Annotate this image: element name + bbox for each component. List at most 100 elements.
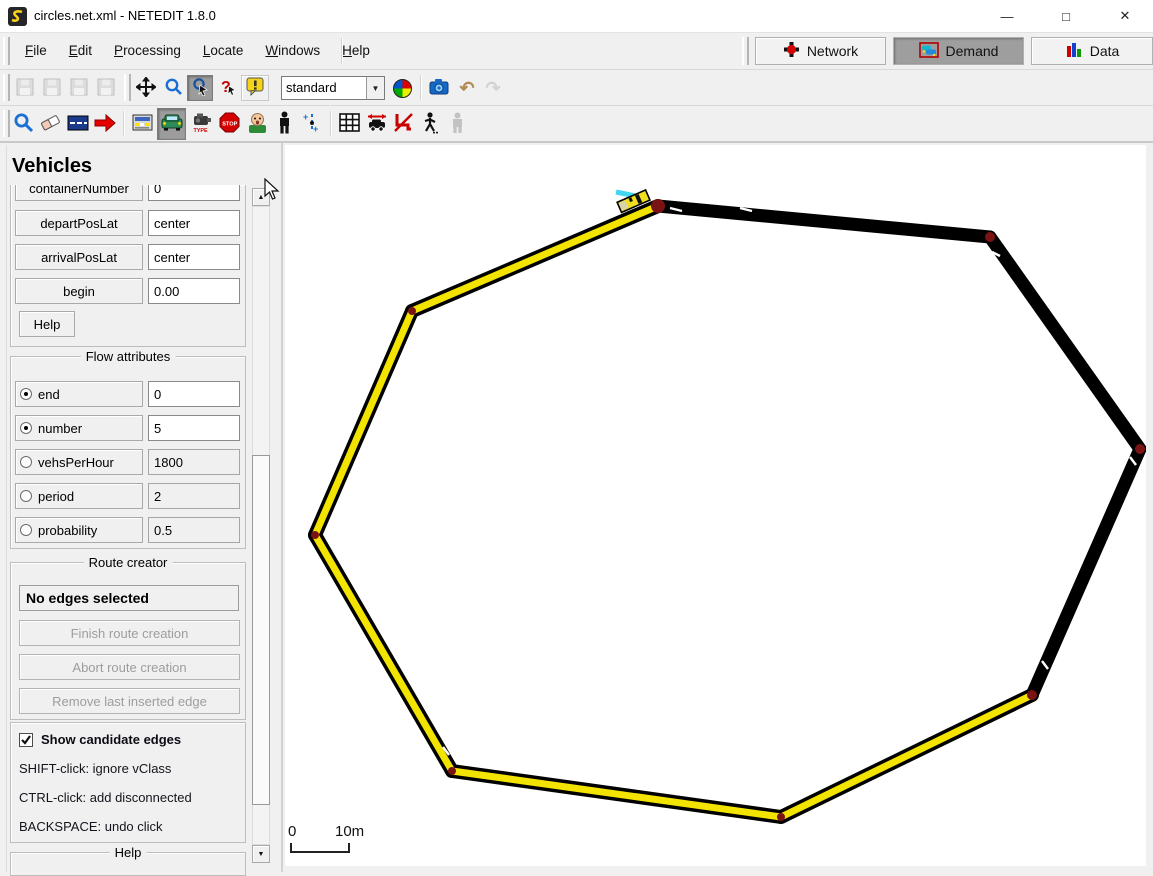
context-help-button[interactable]: ? xyxy=(214,75,240,101)
radio-icon[interactable] xyxy=(20,490,32,502)
vehicle-mode-button[interactable] xyxy=(157,108,186,140)
scrollbar-thumb[interactable] xyxy=(252,455,270,805)
minimize-button[interactable]: — xyxy=(984,0,1030,32)
attributes-help-button[interactable]: Help xyxy=(19,311,75,337)
move-mode-button[interactable] xyxy=(91,108,118,140)
attribute-value-input[interactable]: 0.00 xyxy=(148,278,240,304)
finish-route-button[interactable]: Finish route creation xyxy=(19,620,240,646)
undo-button[interactable]: ↶ xyxy=(454,75,480,101)
flow-radio-button[interactable]: probability xyxy=(15,517,143,543)
flow-value-input[interactable]: 0 xyxy=(148,381,240,407)
radio-icon[interactable] xyxy=(20,456,32,468)
stop-mode-button[interactable]: STOP xyxy=(216,108,243,140)
view-scheme-combobox[interactable]: standard ▼ xyxy=(281,76,385,100)
flow-value-input[interactable]: 1800 xyxy=(148,449,240,475)
menu-edit[interactable]: Edit xyxy=(58,33,103,69)
snapshot-button[interactable] xyxy=(425,75,452,101)
window-title: circles.net.xml - NETEDIT 1.8.0 xyxy=(34,8,216,23)
flow-radio-button[interactable]: period xyxy=(15,483,143,509)
abort-route-button[interactable]: Abort route creation xyxy=(19,654,240,680)
pan-view-icon xyxy=(136,77,156,100)
menu-bar: File Edit Processing Locate Windows Help… xyxy=(0,33,1153,70)
attribute-label-button[interactable]: departPosLat xyxy=(15,210,143,236)
close-button[interactable]: ✕ xyxy=(1102,0,1148,32)
toolbar-grip[interactable] xyxy=(3,74,10,101)
spread-vehicles-button[interactable] xyxy=(363,108,390,140)
route-mode-button[interactable] xyxy=(129,108,156,140)
person-type-mode-button[interactable] xyxy=(244,108,271,140)
menu-locate[interactable]: Locate xyxy=(192,33,255,69)
checkbox-icon[interactable] xyxy=(19,733,33,747)
vehicle-type-mode-button[interactable]: TYPE xyxy=(188,108,215,140)
walk-mode-button[interactable] xyxy=(417,108,444,140)
junction-marker xyxy=(1135,444,1145,454)
toolbar-grip[interactable] xyxy=(124,74,131,101)
redo-icon: ↷ xyxy=(485,78,500,99)
person-plan-mode-button[interactable]: ++ xyxy=(298,108,325,140)
person-icon xyxy=(277,111,292,137)
radio-icon[interactable] xyxy=(20,388,32,400)
chevron-down-icon[interactable]: ▼ xyxy=(366,77,384,99)
save-additionals-button[interactable] xyxy=(39,75,65,101)
toolbar-grip[interactable] xyxy=(3,37,10,65)
menu-processing[interactable]: Processing xyxy=(103,33,192,69)
person-mode-button[interactable] xyxy=(272,108,297,140)
vehicles-frame: Vehicles containerNumber 0 departPosLat … xyxy=(0,143,283,872)
scale-start-label: 0 xyxy=(288,823,296,840)
supermode-data-button[interactable]: Data xyxy=(1031,37,1153,65)
zoom-icon xyxy=(164,77,183,99)
save-demand-button[interactable] xyxy=(66,75,92,101)
flow-value-input[interactable]: 0.5 xyxy=(148,517,240,543)
data-mode-label: Data xyxy=(1090,43,1120,59)
save-data-button[interactable] xyxy=(93,75,119,101)
toolbar-grip[interactable] xyxy=(3,110,10,137)
select-mode-button[interactable] xyxy=(64,108,91,140)
pan-view-button[interactable] xyxy=(133,75,159,101)
maximize-button[interactable]: □ xyxy=(1043,0,1089,32)
flow-radio-button[interactable]: vehsPerHour xyxy=(15,449,143,475)
scroll-down-button[interactable]: ▼ xyxy=(252,845,270,863)
save-demand-icon xyxy=(70,78,88,99)
network-mode-label: Network xyxy=(807,43,858,59)
modes-grip[interactable] xyxy=(742,37,749,65)
svg-text:STOP: STOP xyxy=(222,121,237,127)
triangle-down-icon: ▼ xyxy=(258,851,265,858)
radio-icon[interactable] xyxy=(20,524,32,536)
save-network-button[interactable] xyxy=(12,75,38,101)
supermode-network-button[interactable]: Network xyxy=(755,37,886,65)
scale-bar xyxy=(289,841,359,855)
messages-button[interactable] xyxy=(241,75,269,101)
menu-windows[interactable]: Windows xyxy=(254,33,331,69)
toggle-grid-button[interactable] xyxy=(336,108,363,140)
zoom-button[interactable] xyxy=(160,75,186,101)
flow-radio-button[interactable]: number xyxy=(15,415,143,441)
spread-vehicles-icon xyxy=(366,113,388,136)
menu-help[interactable]: Help xyxy=(331,33,381,69)
vehicle-icon xyxy=(160,113,184,135)
ride-mode-button[interactable] xyxy=(390,108,417,140)
save-network-icon xyxy=(16,78,34,99)
attribute-value-input[interactable]: 0 xyxy=(148,185,240,201)
person-lock-button[interactable] xyxy=(444,108,471,140)
attribute-value-input[interactable]: center xyxy=(148,244,240,270)
internal-attributes-group: containerNumber 0 departPosLat center ar… xyxy=(10,185,246,347)
zoom-cursor-button[interactable] xyxy=(187,75,213,101)
attribute-label-button[interactable]: arrivalPosLat xyxy=(15,244,143,270)
checkbox-label[interactable]: Show candidate edges xyxy=(41,732,181,747)
attribute-label-button[interactable]: begin xyxy=(15,278,143,304)
color-wheel-icon xyxy=(393,79,412,98)
flow-value-input[interactable]: 2 xyxy=(148,483,240,509)
redo-button[interactable]: ↷ xyxy=(480,75,506,101)
menu-file[interactable]: File xyxy=(14,33,58,69)
attribute-value-input[interactable]: center xyxy=(148,210,240,236)
attribute-label-button[interactable]: containerNumber xyxy=(15,185,143,201)
delete-mode-button[interactable] xyxy=(37,108,64,140)
radio-icon[interactable] xyxy=(20,422,32,434)
flow-value-input[interactable]: 5 xyxy=(148,415,240,441)
network-canvas[interactable]: 0 10m xyxy=(285,145,1146,866)
remove-last-edge-button[interactable]: Remove last inserted edge xyxy=(19,688,240,714)
color-scheme-button[interactable] xyxy=(389,75,416,101)
supermode-demand-button[interactable]: Demand xyxy=(893,37,1024,65)
flow-radio-button[interactable]: end xyxy=(15,381,143,407)
inspect-mode-button[interactable] xyxy=(10,108,37,140)
